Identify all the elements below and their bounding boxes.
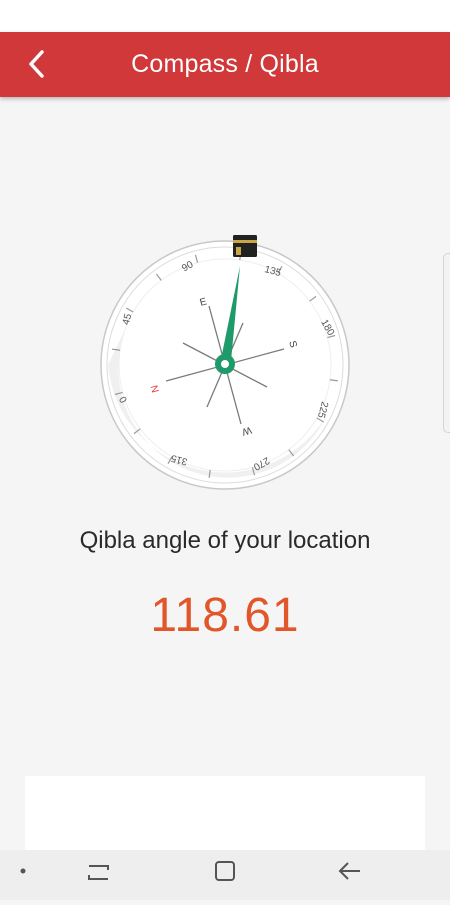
app-bar: Compass / Qibla [0,32,450,97]
recent-apps-button[interactable] [69,850,129,900]
system-nav-bar [0,850,450,900]
edge-panel-handle[interactable] [443,253,450,433]
qibla-angle-value: 118.61 [150,589,300,642]
ad-banner [25,776,425,850]
dot-icon [20,868,26,874]
home-button[interactable] [195,850,255,900]
nav-dot-button[interactable] [0,850,60,900]
compass-dial: 90 135 180 225 270 315 0 45 N E S W [98,228,352,490]
nav-back-button[interactable] [320,850,380,900]
home-square-icon [215,861,235,881]
status-bar [0,0,450,32]
qibla-angle-label: Qibla angle of your location [79,527,371,554]
recent-apps-icon [88,865,109,880]
back-arrow-icon [338,862,360,880]
kaaba-icon [233,235,257,257]
page-title: Compass / Qibla [131,50,319,78]
